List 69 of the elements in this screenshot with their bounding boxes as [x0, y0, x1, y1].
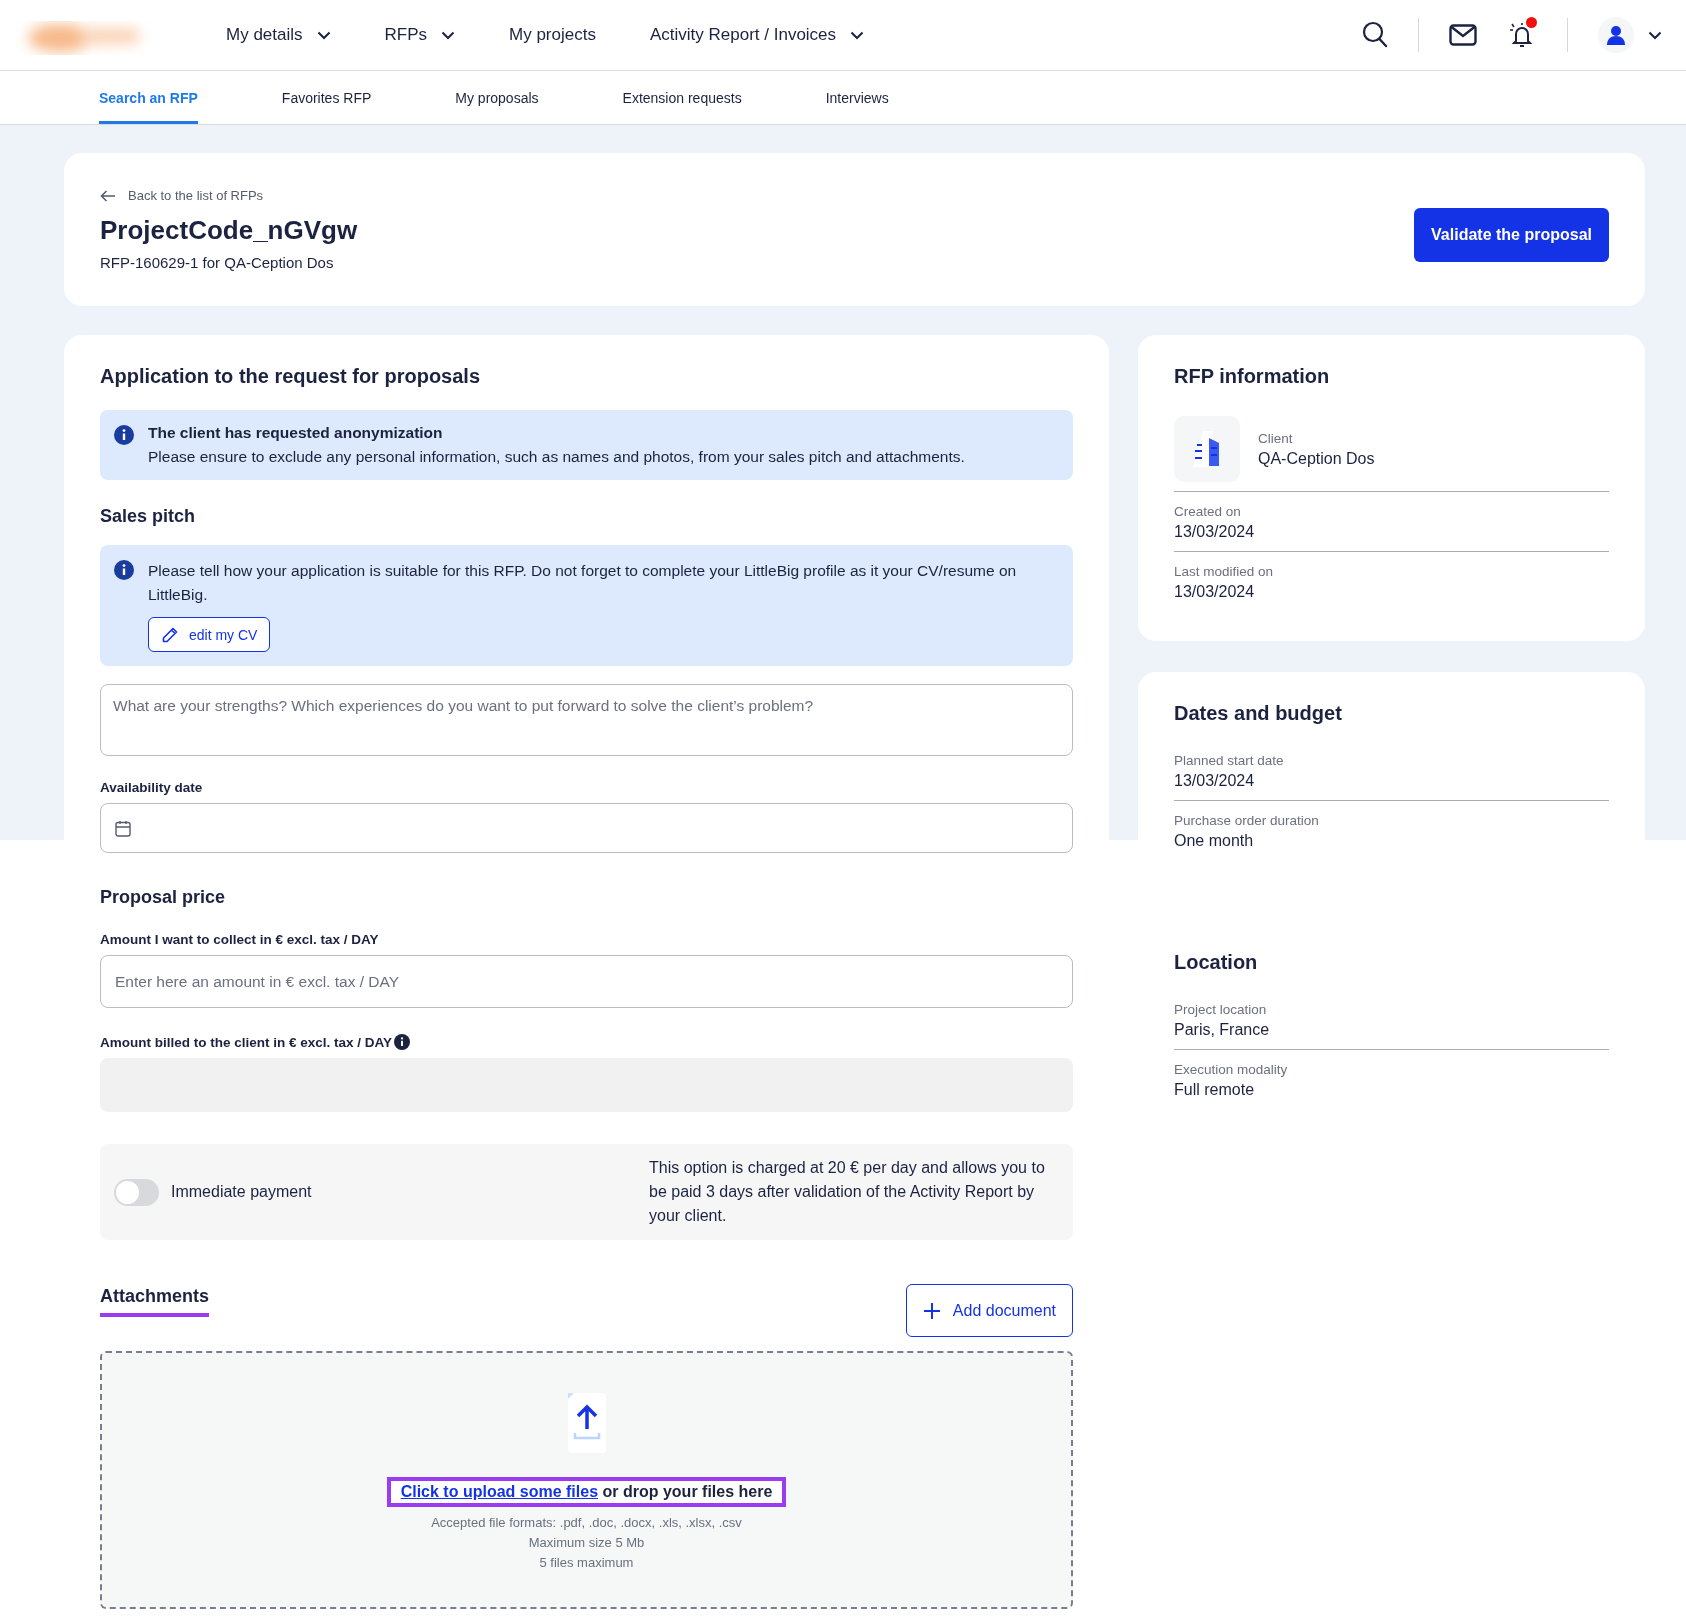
- field-label: Amount billed to the client in € excl. tax / DAY: [100, 1034, 393, 1050]
- notice-text: Please ensure to exclude any personal information, such as names and photos, from your sales pitch and attachments.: [148, 448, 965, 466]
- field-value: QA-Ception Dos: [1258, 449, 1375, 468]
- tab[interactable]: Search an RFP: [99, 71, 198, 124]
- pencil-icon: [161, 625, 179, 644]
- field-label: Project location: [1174, 1002, 1268, 1017]
- toggle-label: Immediate payment: [171, 1183, 312, 1201]
- chevron-down-icon: [850, 30, 865, 40]
- mail-icon[interactable]: [1449, 24, 1477, 46]
- tab[interactable]: Interviews: [825, 71, 889, 124]
- upload-instruction: Click to upload some files or drop your files here: [386, 1477, 787, 1507]
- nav-menu-item[interactable]: My details: [226, 25, 331, 45]
- chevron-down-icon: [316, 30, 331, 40]
- info-icon[interactable]: [394, 1034, 411, 1050]
- card-title: Dates and budget: [1174, 702, 1343, 725]
- toggle-switch[interactable]: [114, 1178, 159, 1206]
- edit-cv-button[interactable]: edit my CV: [148, 617, 271, 652]
- validate-button[interactable]: Validate the proposal: [1414, 207, 1609, 262]
- chevron-down-icon: [441, 30, 456, 40]
- notice-title: The client has requested anonymization: [148, 424, 443, 442]
- tab[interactable]: Extension requests: [622, 71, 742, 124]
- arrow-left-icon: [100, 189, 116, 202]
- project-title: ProjectCode_nGVgw: [100, 215, 358, 246]
- field-value: One month: [1174, 832, 1255, 850]
- sales-pitch-field[interactable]: What are your strengths? Which experiences do you want to put forward to solve the client’s problem?: [100, 684, 1073, 756]
- card-title: Location: [1174, 951, 1259, 974]
- upload-link[interactable]: Click to upload some files: [400, 1483, 599, 1500]
- date-field[interactable]: [100, 803, 1073, 853]
- user-avatar[interactable]: [1598, 17, 1634, 53]
- field-label: Execution modality: [1174, 1062, 1289, 1077]
- file-limit-text: 5 files maximum: [539, 1554, 634, 1572]
- field-value: 13/03/2024: [1174, 772, 1256, 790]
- amount-field[interactable]: Enter here an amount in € excl. tax / DAY: [100, 955, 1073, 1008]
- info-icon: [114, 560, 134, 580]
- field-label: Planned start date: [1174, 753, 1285, 768]
- formats-text: Accepted file formats: .pdf, .doc, .docx, .xls, .xlsx, .csv: [431, 1514, 742, 1532]
- chevron-down-icon[interactable]: [1648, 30, 1662, 40]
- back-link[interactable]: Back to the list of RFPs: [100, 188, 358, 203]
- field-value: Full remote: [1174, 1081, 1256, 1099]
- calendar-icon: [115, 819, 131, 837]
- field-label: Created on: [1174, 504, 1242, 519]
- nav-menu-item[interactable]: Activity Report / Invoices: [649, 25, 865, 45]
- field-label: Availability date: [100, 780, 204, 795]
- field-label: Last modified on: [1174, 564, 1275, 579]
- notice-text: Please tell how your application is suitable for this RFP. Do not forget to complete your LittleBig profile as it your CV/resume on LittleBig.: [148, 561, 1018, 605]
- person-icon: [1607, 25, 1625, 45]
- card-title: RFP information: [1174, 365, 1331, 388]
- nav-menu-item[interactable]: RFPs: [384, 25, 456, 45]
- section-title: Sales pitch: [100, 506, 197, 527]
- project-subtitle: RFP-160629-1 for QA-Ception Dos: [100, 254, 335, 271]
- field-value: 13/03/2024: [1174, 523, 1256, 541]
- field-label: Client: [1258, 430, 1294, 446]
- field-value: 13/03/2024: [1174, 583, 1256, 601]
- section-title: Application to the request for proposals: [100, 365, 482, 388]
- size-limit-text: Maximum size 5 Mb: [528, 1534, 645, 1552]
- field-value: Paris, France: [1174, 1021, 1271, 1039]
- info-icon: [114, 425, 134, 445]
- tab[interactable]: My proposals: [455, 71, 539, 124]
- nav-menu-item[interactable]: My projects: [509, 25, 596, 45]
- field-label: Amount I want to collect in € excl. tax / DAY: [100, 932, 380, 947]
- search-icon[interactable]: [1362, 21, 1388, 49]
- section-title: Proposal price: [100, 887, 227, 908]
- plus-icon: [922, 1301, 941, 1320]
- file-drop-zone[interactable]: Click to upload some files or drop your files here Accepted file formats: .pdf, .doc, .docx, .xls, .xlsx, .csv Maximum size 5 Mb 5 files maximum: [100, 1351, 1073, 1609]
- add-document-button[interactable]: Add document: [905, 1284, 1073, 1337]
- attachments-title: Attachments: [100, 1286, 210, 1317]
- field-label: Purchase order duration: [1174, 813, 1320, 828]
- payment-description: This option is charged at 20 € per day and allows you to be paid 3 days after validation of the Activity Report by your client.: [649, 1158, 1046, 1226]
- tab[interactable]: Favorites RFP: [281, 71, 372, 124]
